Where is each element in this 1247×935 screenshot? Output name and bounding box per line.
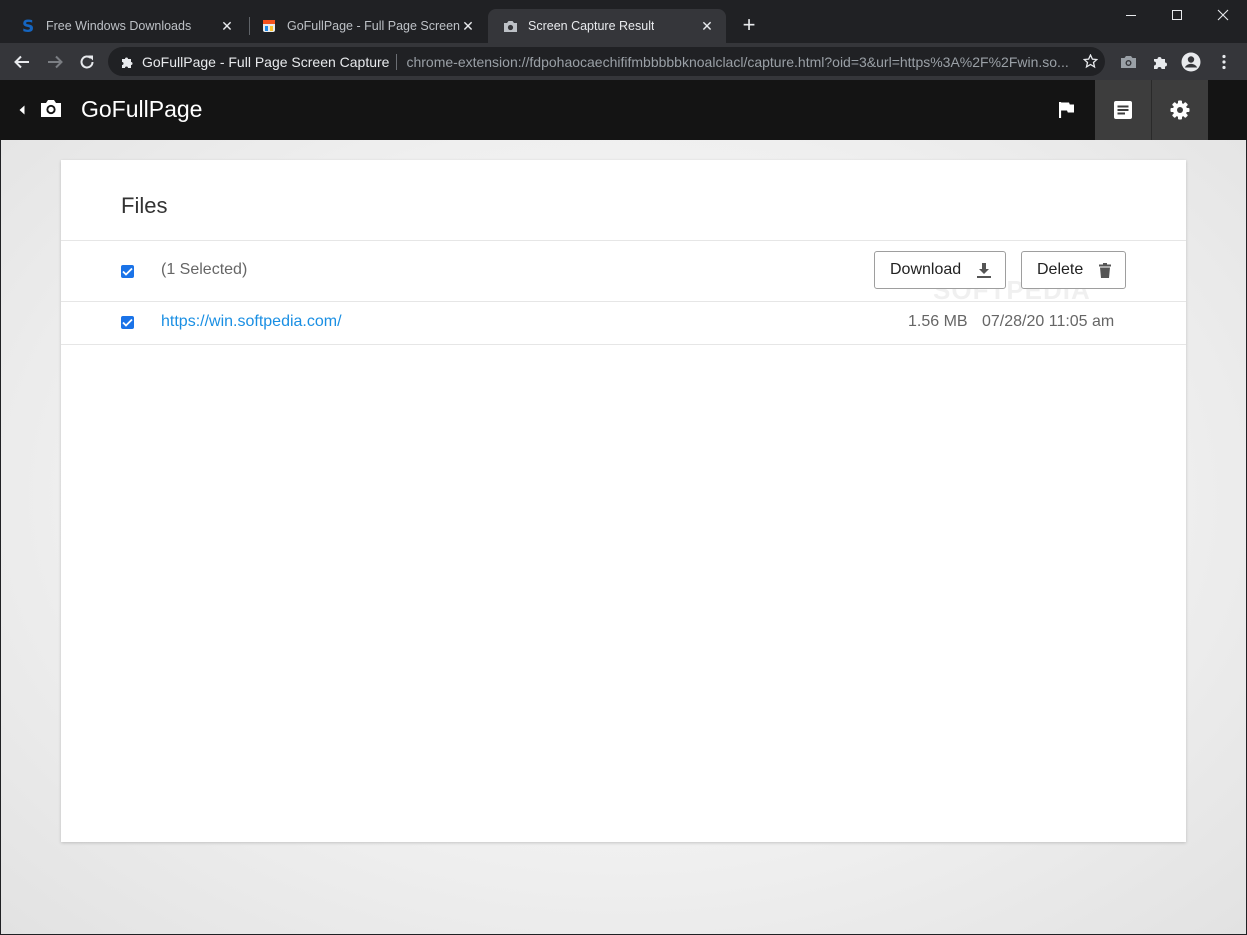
gear-icon[interactable] [1151, 80, 1208, 140]
window-close-button[interactable] [1200, 0, 1246, 30]
close-icon[interactable]: ✕ [698, 17, 716, 35]
close-icon[interactable]: ✕ [459, 17, 477, 35]
svg-text:S: S [22, 18, 34, 34]
app-header: GoFullPage [0, 80, 1247, 140]
forward-arrow-icon[interactable] [43, 50, 67, 74]
browser-tab-strip: S Free Windows Downloads ✕ GoFullPage - … [0, 0, 1247, 43]
tab-gofullpage[interactable]: GoFullPage - Full Page Screen Ca ✕ [247, 9, 487, 43]
file-link[interactable]: https://win.softpedia.com/ [161, 313, 342, 331]
close-icon[interactable]: ✕ [218, 17, 236, 35]
browser-toolbar: GoFullPage - Full Page Screen Capture ch… [0, 43, 1247, 80]
row-checkbox[interactable] [121, 316, 134, 329]
profile-avatar-icon[interactable] [1179, 50, 1203, 74]
address-bar[interactable]: GoFullPage - Full Page Screen Capture ch… [108, 47, 1105, 76]
reload-icon[interactable] [75, 50, 99, 74]
omnibox-divider [396, 53, 398, 70]
page-background: Files (1 Selected) SOFTPEDIA Download De… [1, 140, 1246, 934]
minimize-button[interactable] [1108, 0, 1154, 30]
tab-title: Free Windows Downloads [46, 19, 192, 33]
url-text[interactable]: chrome-extension://fdpohaocaechififmbbbb… [406, 54, 1075, 70]
new-tab-button[interactable]: + [738, 14, 760, 36]
download-button-label: Download [890, 261, 962, 278]
file-date: 07/28/20 11:05 am [982, 313, 1115, 330]
download-icon [977, 262, 991, 278]
delete-button-label: Delete [1037, 261, 1084, 278]
divider [61, 240, 1186, 241]
site-name: GoFullPage - Full Page Screen Capture [142, 53, 390, 70]
tab-title: GoFullPage - Full Page Screen Ca [287, 19, 463, 33]
tab-title: Screen Capture Result [528, 19, 655, 33]
delete-button[interactable]: Delete [1021, 251, 1126, 289]
camera-icon [502, 18, 518, 34]
files-card: Files (1 Selected) SOFTPEDIA Download De… [61, 160, 1186, 842]
maximize-button[interactable] [1154, 0, 1200, 30]
camera-icon[interactable] [1116, 50, 1140, 74]
back-arrow-icon[interactable] [10, 50, 34, 74]
app-title: GoFullPage [81, 96, 203, 122]
tab-screen-capture-result[interactable]: Screen Capture Result ✕ [488, 9, 726, 43]
select-all-checkbox[interactable] [121, 265, 134, 278]
star-icon[interactable] [1075, 54, 1105, 69]
file-size: 1.56 MB [908, 313, 968, 330]
puzzle-icon [120, 55, 134, 69]
divider [61, 344, 1186, 345]
gofullpage-icon [261, 18, 277, 34]
download-button[interactable]: Download [874, 251, 1006, 289]
selection-count: (1 Selected) [161, 261, 248, 278]
trash-icon [1099, 262, 1111, 278]
list-icon[interactable] [1095, 80, 1151, 140]
files-title: Files [121, 193, 168, 218]
extensions-puzzle-icon[interactable] [1148, 50, 1172, 74]
camera-icon [40, 99, 62, 123]
flag-icon[interactable] [1039, 80, 1095, 140]
softpedia-s-icon: S [20, 18, 36, 34]
menu-kebab-icon[interactable] [1212, 50, 1236, 74]
caret-left-icon[interactable] [15, 102, 29, 118]
tab-free-windows-downloads[interactable]: S Free Windows Downloads ✕ [6, 9, 246, 43]
